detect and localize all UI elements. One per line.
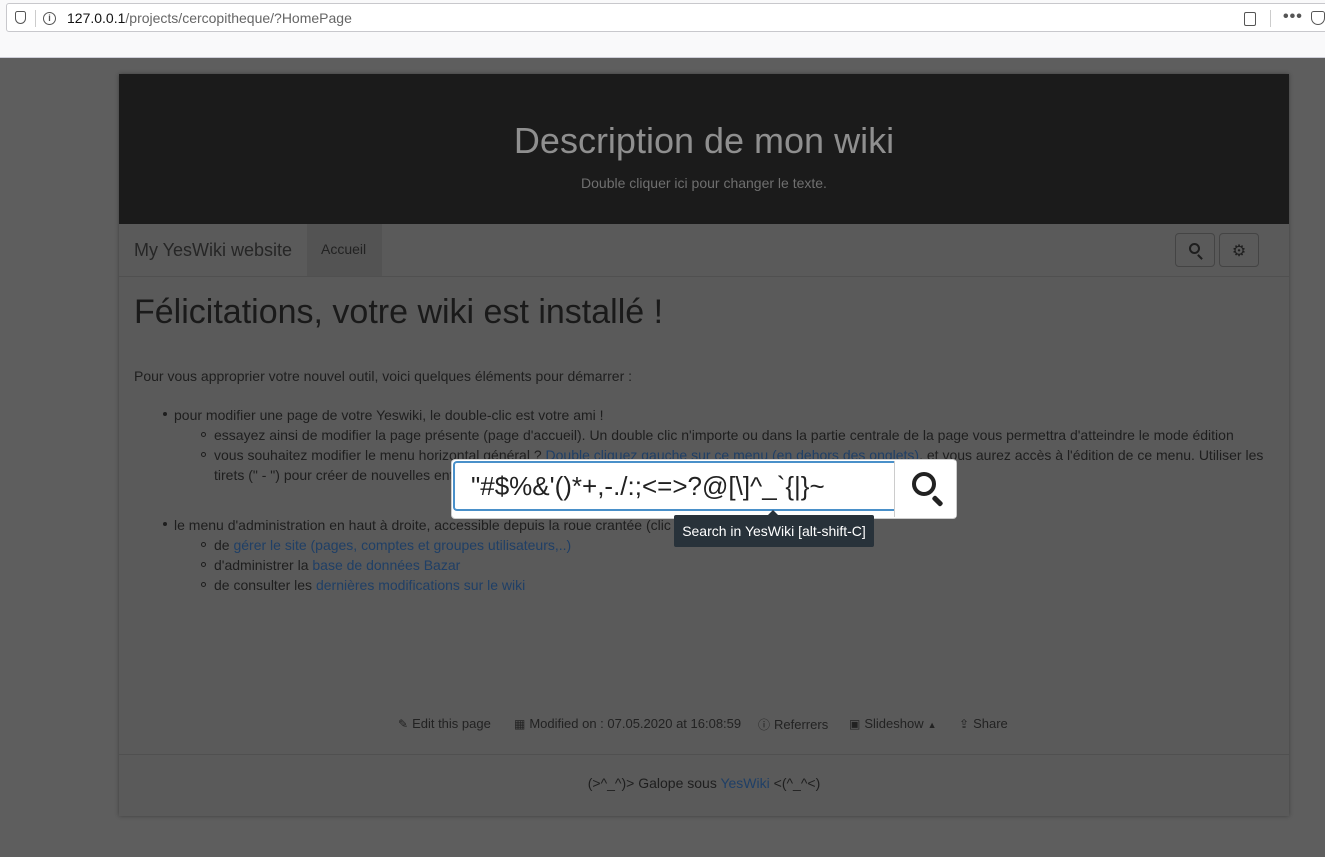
url-host: 127.0.0.1 bbox=[67, 10, 126, 26]
search-submit-button[interactable] bbox=[894, 461, 956, 517]
subitem-2-3-pre: de consulter les bbox=[214, 577, 316, 593]
yeswiki-link[interactable]: YesWiki bbox=[720, 775, 769, 791]
manage-site-link[interactable]: gérer le site (pages, comptes et groupes… bbox=[233, 537, 571, 553]
more-icon[interactable]: ••• bbox=[1283, 8, 1303, 26]
page-actions: ✎ Edit this page ▦ Modified on : 07.05.202… bbox=[119, 716, 1289, 734]
subbullet-1-2 bbox=[201, 452, 206, 457]
bullet-1 bbox=[163, 412, 167, 416]
credits-pre: (>^_^)> Galope sous bbox=[587, 775, 721, 791]
url-bar[interactable]: i 127.0.0.1/projects/cercopitheque/?Home… bbox=[6, 3, 1325, 32]
list-item-2: le menu d'administration en haut à droit… bbox=[174, 517, 671, 533]
subbullet-2-1 bbox=[201, 542, 206, 547]
page-card: Description de mon wiki Double cliquer i… bbox=[119, 74, 1289, 816]
info-circle-icon: ⓘ bbox=[758, 718, 771, 732]
pocket-icon[interactable] bbox=[1311, 11, 1325, 25]
subbullet-2-3 bbox=[201, 582, 206, 587]
search-button[interactable] bbox=[1175, 233, 1215, 267]
url-text[interactable]: 127.0.0.1/projects/cercopitheque/?HomePa… bbox=[67, 10, 352, 26]
list-subitem-2-2: d'administrer la base de données Bazar bbox=[214, 557, 460, 573]
search-input[interactable] bbox=[453, 461, 894, 511]
subitem-2-1-pre: de bbox=[214, 537, 234, 553]
header-subtitle: Double cliquer ici pour changer le texte… bbox=[581, 175, 827, 191]
tab-accueil-label: Accueil bbox=[321, 241, 367, 257]
list-subitem-2-1: de gérer le site (pages, comptes et grou… bbox=[214, 537, 571, 553]
slideshow-dropdown[interactable]: ▣ Slideshow ▲ bbox=[849, 716, 937, 731]
calendar-icon: ▦ bbox=[514, 717, 526, 731]
recent-changes-link[interactable]: dernières modifications sur le wiki bbox=[316, 577, 525, 593]
search-icon bbox=[1189, 243, 1200, 254]
subitem-1-2-text-b: , et vous aurez accès à l'édition de ce … bbox=[919, 447, 1264, 463]
toolbar-separator bbox=[1270, 10, 1271, 27]
referrers-link[interactable]: ⓘ Referrers bbox=[758, 716, 828, 733]
info-icon[interactable]: i bbox=[43, 12, 56, 25]
list-subitem-2-3: de consulter les dernières modifications… bbox=[214, 577, 525, 593]
list-subitem-1-2-cont: tirets (" - ") pour créer de nouvelles e… bbox=[214, 467, 454, 483]
reader-icon[interactable] bbox=[1244, 12, 1256, 26]
edit-page-label: Edit this page bbox=[412, 716, 491, 731]
list-subitem-1-1: essayez ainsi de modifier la page présen… bbox=[214, 427, 1234, 443]
browser-toolbar: i 127.0.0.1/projects/cercopitheque/?Home… bbox=[0, 0, 1325, 58]
top-navbar: My YesWiki website Accueil ⚙ bbox=[119, 224, 1289, 277]
search-overlay bbox=[451, 459, 957, 519]
edit-page-link[interactable]: ✎ Edit this page bbox=[398, 716, 491, 731]
settings-button[interactable]: ⚙ bbox=[1219, 233, 1259, 267]
share-link[interactable]: ⇪ Share bbox=[959, 716, 1008, 731]
tab-accueil[interactable]: Accueil bbox=[307, 224, 382, 276]
share-icon: ⇪ bbox=[959, 717, 970, 731]
modified-label: Modified on : 07.05.2020 at 16:08:59 bbox=[529, 716, 742, 731]
referrers-label: Referrers bbox=[774, 717, 829, 732]
search-icon bbox=[912, 472, 936, 496]
credits-post: <(^_^<) bbox=[769, 775, 821, 791]
search-tooltip: Search in YesWiki [alt-shift-C] bbox=[674, 510, 874, 547]
gear-icon: ⚙ bbox=[1231, 243, 1247, 260]
subbullet-1-1 bbox=[201, 432, 206, 437]
header-title: Description de mon wiki bbox=[513, 120, 895, 161]
slideshow-icon: ▣ bbox=[849, 717, 861, 731]
site-brand[interactable]: My YesWiki website bbox=[134, 240, 292, 261]
subbullet-2-2 bbox=[201, 562, 206, 567]
bazar-database-link[interactable]: base de données Bazar bbox=[312, 557, 460, 573]
intro-text: Pour vous approprier votre nouvel outil,… bbox=[134, 368, 633, 384]
pencil-icon: ✎ bbox=[398, 717, 409, 731]
site-header: Description de mon wiki Double cliquer i… bbox=[119, 74, 1289, 224]
subitem-2-2-pre: d'administrer la bbox=[214, 557, 313, 573]
page-title: Félicitations, votre wiki est installé ! bbox=[134, 293, 664, 331]
footer-credits: (>^_^)> Galope sous YesWiki <(^_^<) bbox=[119, 775, 1289, 791]
shield-icon[interactable] bbox=[15, 11, 26, 24]
caret-up-icon: ▲ bbox=[927, 720, 937, 730]
url-path: /projects/cercopitheque/?HomePage bbox=[125, 10, 352, 26]
slideshow-label: Slideshow bbox=[864, 716, 924, 731]
footer-divider bbox=[119, 754, 1289, 755]
bullet-2 bbox=[163, 522, 167, 526]
modified-info[interactable]: ▦ Modified on : 07.05.2020 at 16:08:59 bbox=[514, 716, 741, 731]
list-item-1: pour modifier une page de votre Yeswiki,… bbox=[174, 407, 604, 423]
share-label: Share bbox=[973, 716, 1008, 731]
url-separator bbox=[35, 10, 36, 27]
